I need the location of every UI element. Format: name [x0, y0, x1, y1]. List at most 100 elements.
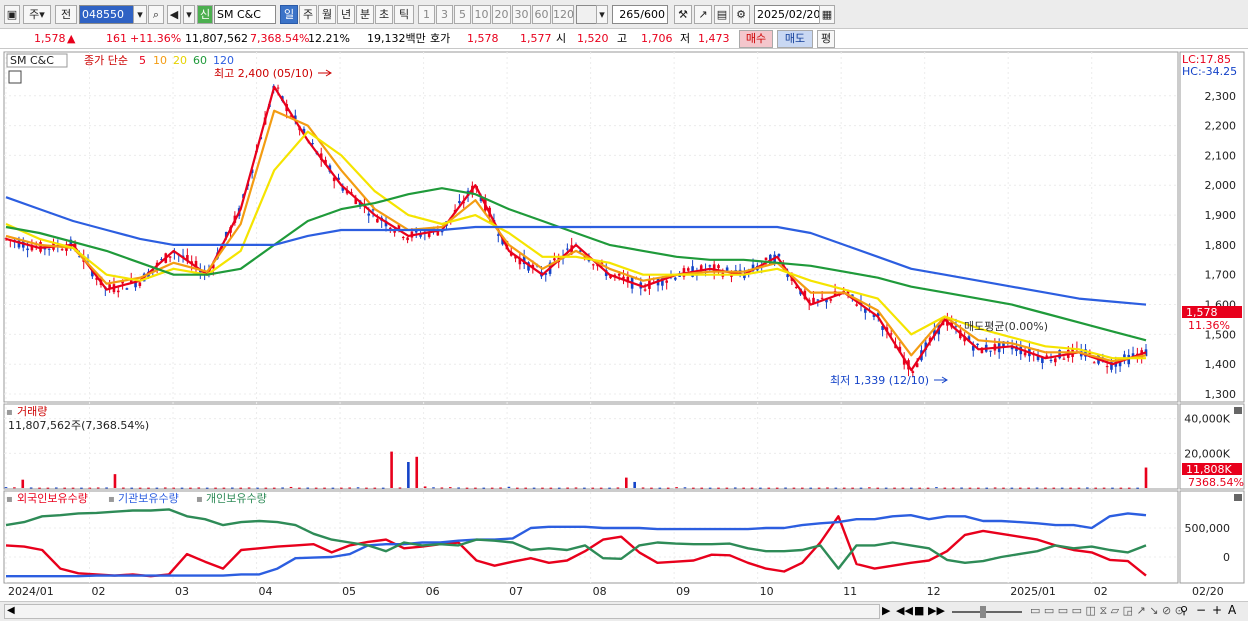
prefix-button[interactable]: 전 — [55, 5, 77, 24]
volume-bar — [666, 487, 670, 489]
sound-dropdown-icon[interactable]: ▾ — [183, 5, 195, 24]
volume-bar — [1077, 487, 1081, 489]
minute-1-button[interactable]: 1 — [418, 5, 435, 24]
ma-label[interactable]: 종가 단순 — [84, 54, 128, 67]
holding-close-icon[interactable] — [1234, 494, 1242, 501]
low-label: 저 — [680, 32, 691, 45]
volume-bar — [390, 451, 393, 488]
volume-tick-label: 40,000K — [1184, 413, 1230, 426]
zoom-slider[interactable] — [952, 611, 1022, 613]
minute-30-button[interactable]: 30 — [512, 5, 531, 24]
volume-bar — [356, 487, 360, 489]
ma120-label[interactable]: 120 — [213, 54, 234, 67]
ma5-label[interactable]: 5 — [139, 54, 146, 67]
window-menu-icon[interactable]: ▣ — [4, 5, 20, 24]
chart-settings-icon[interactable]: ⚒ — [674, 5, 692, 24]
institution-series-label: 기관보유수량 — [118, 492, 179, 505]
candle-body — [911, 371, 915, 373]
volume-bar — [398, 487, 402, 489]
minute-60-button[interactable]: 60 — [532, 5, 551, 24]
date-field[interactable]: 2025/02/20 — [754, 5, 820, 24]
ma20-label[interactable]: 20 — [173, 54, 187, 67]
code-dropdown-icon[interactable]: ▾ — [133, 5, 147, 24]
period-year-button[interactable]: 년 — [337, 5, 355, 24]
table-toggle-icon[interactable] — [8, 70, 22, 84]
buy-button[interactable]: 매수 — [739, 30, 773, 48]
ma10-label[interactable]: 10 — [153, 54, 167, 67]
volume-percent: 7,368.54% — [250, 32, 310, 45]
volume-bar — [801, 487, 804, 489]
period-tick-button[interactable]: 틱 — [394, 5, 414, 24]
period-day-button[interactable]: 일 — [280, 5, 298, 24]
sell-button[interactable]: 매도 — [777, 30, 813, 48]
date-tick-label: 2024/01 — [8, 585, 54, 598]
candle-body — [553, 258, 556, 261]
rewind-icon[interactable]: ◀◀ — [896, 604, 913, 617]
volume-bar — [432, 487, 435, 489]
eval-button[interactable]: 평 — [817, 30, 835, 48]
scroll-right-icon[interactable]: ▶ — [882, 604, 890, 617]
price-tick-label: 2,200 — [1205, 120, 1237, 133]
candle-body — [1045, 355, 1048, 357]
code-input[interactable]: 048550 — [79, 5, 135, 24]
volume-bar — [113, 474, 117, 488]
volume-bar — [440, 487, 444, 489]
foreign-series-label: 외국인보유수량 — [17, 492, 88, 505]
volume-bar — [80, 487, 83, 489]
volume-bar — [859, 487, 863, 489]
zoom-out-icon[interactable]: − — [1196, 603, 1206, 617]
change-percent: +11.36% — [130, 32, 182, 45]
period-week-button[interactable]: 주 — [299, 5, 317, 24]
zoom-slider-handle[interactable] — [980, 606, 986, 618]
candle-body — [376, 218, 379, 223]
scroll-left-icon[interactable]: ◀ — [7, 605, 15, 616]
minute-10-button[interactable]: 10 — [472, 5, 491, 24]
minute-dropdown-icon[interactable]: ▾ — [596, 5, 608, 24]
hoga-label: 호가 — [430, 32, 451, 45]
period-month-button[interactable]: 월 — [318, 5, 336, 24]
volume-bar — [46, 487, 50, 489]
minute-20-button[interactable]: 20 — [492, 5, 511, 24]
horizontal-scrollbar[interactable]: ◀ — [4, 604, 880, 619]
volume-bar — [943, 487, 947, 489]
volume-bar — [809, 487, 813, 489]
turnover-rate: 12.21% — [308, 32, 350, 45]
volume-bar — [231, 487, 234, 489]
fast-forward-icon[interactable]: ▶▶ — [928, 604, 945, 617]
volume-bar — [591, 487, 595, 489]
volume-value: 11,807,562 — [185, 32, 248, 45]
draw-tool-icon[interactable]: ↗ — [694, 5, 712, 24]
stock-name-field[interactable]: SM C&C — [214, 5, 276, 24]
font-size-icon[interactable]: A — [1228, 603, 1236, 617]
volume-bar — [331, 487, 335, 489]
candle-body — [168, 256, 172, 258]
market-label: 주 — [29, 8, 40, 21]
gear-icon[interactable]: ⚙ — [732, 5, 750, 24]
search-icon[interactable]: ⌕ — [148, 5, 164, 24]
count-field[interactable]: 265/600 — [612, 5, 668, 24]
zoom-in-icon[interactable]: + — [1212, 603, 1222, 617]
volume-close-icon[interactable] — [1234, 407, 1242, 414]
drawing-tools-icons[interactable]: ▭ ▭ ▭ ▭ ◫ ⧖ ▱ ◲ ↗ ↘ ⊘ ⊙ — [1030, 604, 1184, 618]
period-second-button[interactable]: 초 — [375, 5, 393, 24]
volume-bar — [205, 487, 209, 489]
period-minute-button[interactable]: 분 — [356, 5, 374, 24]
price-tick-label: 1,400 — [1205, 358, 1237, 371]
market-select[interactable]: 주▾ — [23, 5, 51, 24]
calendar-icon[interactable]: ▦ — [819, 5, 835, 24]
candle-body — [777, 253, 781, 257]
minute-120-button[interactable]: 120 — [552, 5, 574, 24]
stop-icon[interactable]: ■ — [914, 604, 924, 617]
candle-body — [829, 299, 833, 301]
volume-bar — [893, 487, 896, 489]
volume-bar — [13, 487, 16, 489]
minute-3-button[interactable]: 3 — [436, 5, 453, 24]
zoom-icon[interactable]: ⚲ — [1180, 604, 1188, 617]
volume-bar — [1044, 487, 1047, 489]
volume-bar — [88, 487, 92, 489]
volume-bar — [834, 487, 838, 489]
ma60-label[interactable]: 60 — [193, 54, 207, 67]
minute-5-button[interactable]: 5 — [454, 5, 471, 24]
sound-icon[interactable]: ◀ — [167, 5, 181, 24]
save-icon[interactable]: ▤ — [714, 5, 730, 24]
